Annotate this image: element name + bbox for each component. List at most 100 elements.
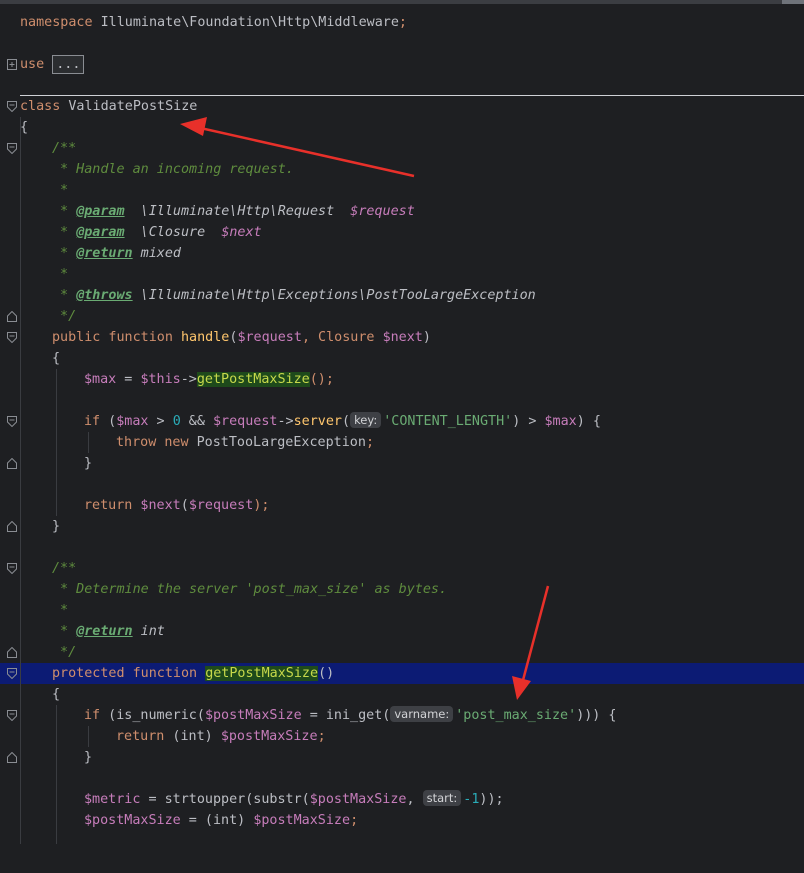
parameter-hint: varname:: [390, 706, 454, 722]
doc-comment: *: [52, 246, 77, 261]
variable: $metric: [84, 792, 141, 807]
fold-end-icon[interactable]: [7, 752, 17, 763]
variable: $request: [188, 498, 254, 513]
code-line[interactable]: * @return int: [0, 621, 804, 642]
code-line[interactable]: *: [0, 264, 804, 285]
fold-collapse-icon[interactable]: [7, 143, 17, 154]
operator: =: [116, 372, 141, 387]
folded-region[interactable]: ...: [52, 55, 85, 74]
code-line[interactable]: $metric = strtoupper(substr($postMaxSize…: [0, 789, 804, 810]
fold-expand-icon[interactable]: [7, 59, 17, 70]
code-line[interactable]: /**: [0, 558, 804, 579]
code-line[interactable]: * Determine the server 'post_max_size' a…: [0, 579, 804, 600]
operator: &&: [180, 414, 213, 429]
code-line[interactable]: return $next($request);: [0, 495, 804, 516]
call-end: ();: [309, 372, 334, 387]
method-call: server: [293, 414, 342, 429]
doc-type: \Closure: [124, 225, 222, 240]
fold-end-icon[interactable]: [7, 311, 17, 322]
code-editor[interactable]: namespace Illuminate\Foundation\Http\Mid…: [0, 0, 804, 844]
indent-guide: [88, 726, 89, 747]
variable: $postMaxSize: [253, 813, 351, 828]
fold-end-icon[interactable]: [7, 458, 17, 469]
brace: }: [84, 456, 93, 471]
code-line[interactable]: $postMaxSize = (int) $postMaxSize;: [0, 810, 804, 831]
keyword: throw: [116, 435, 157, 450]
variable: $postMaxSize: [204, 708, 302, 723]
doc-var: $request: [350, 204, 415, 219]
function-call: (is_numeric(: [100, 708, 205, 723]
doc-comment: */: [52, 645, 77, 660]
code-line[interactable]: * @param \Illuminate\Http\Request $reque…: [0, 201, 804, 222]
code-line[interactable]: }: [0, 516, 804, 537]
code-line[interactable]: {: [0, 117, 804, 138]
code-line[interactable]: $max = $this->getPostMaxSize();: [0, 369, 804, 390]
operator: ->: [277, 414, 294, 429]
doc-var: $next: [221, 225, 262, 240]
fold-collapse-icon[interactable]: [7, 101, 17, 112]
fold-collapse-icon[interactable]: [7, 332, 17, 343]
current-code-line[interactable]: protected function getPostMaxSize(): [0, 663, 804, 684]
code-line[interactable]: */: [0, 642, 804, 663]
operator: >: [148, 414, 173, 429]
code-line[interactable]: {: [0, 684, 804, 705]
code-line[interactable]: use ...: [0, 54, 804, 75]
keyword: function: [124, 666, 206, 681]
variable: $request: [213, 414, 278, 429]
semicolon: ;: [365, 435, 374, 450]
code-line[interactable]: public function handle($request, Closure…: [0, 327, 804, 348]
paren: (: [100, 414, 117, 429]
fold-collapse-icon[interactable]: [7, 416, 17, 427]
brace: {: [52, 687, 61, 702]
code-line[interactable]: return (int) $postMaxSize;: [0, 726, 804, 747]
variable: $postMaxSize: [84, 813, 181, 828]
doc-comment: *: [52, 183, 69, 198]
code-line[interactable]: */: [0, 306, 804, 327]
code-line[interactable]: class ValidatePostSize: [0, 96, 804, 117]
variable: $postMaxSize: [220, 729, 318, 744]
semicolon: ;: [350, 813, 359, 828]
code-line[interactable]: /**: [0, 138, 804, 159]
variable: $max: [84, 372, 117, 387]
method-call: getPostMaxSize: [196, 372, 310, 387]
code-line[interactable]: * @param \Closure $next: [0, 222, 804, 243]
code-line[interactable]: * @return mixed: [0, 243, 804, 264]
doc-tag: @return: [76, 246, 133, 261]
fold-end-icon[interactable]: [7, 647, 17, 658]
doc-type: int: [132, 624, 165, 639]
variable: $request: [237, 330, 302, 345]
cast: (int): [164, 729, 221, 744]
fold-collapse-icon[interactable]: [7, 710, 17, 721]
paren: ))) {: [576, 708, 617, 723]
fold-collapse-icon[interactable]: [7, 668, 17, 679]
code-line[interactable]: *: [0, 600, 804, 621]
parameter-hint: start:: [422, 790, 462, 806]
code-line[interactable]: * @throws \Illuminate\Http\Exceptions\Po…: [0, 285, 804, 306]
keyword: return: [84, 498, 133, 513]
comma: ,: [406, 792, 423, 807]
variable: $postMaxSize: [309, 792, 407, 807]
paren: ): [422, 330, 431, 345]
code-line[interactable]: {: [0, 348, 804, 369]
namespace-name: Illuminate\Foundation\Http\Middleware: [92, 15, 399, 30]
keyword: public: [52, 330, 101, 345]
code-line[interactable]: }: [0, 747, 804, 768]
code-line[interactable]: }: [0, 453, 804, 474]
doc-tag: @param: [76, 204, 125, 219]
code-line[interactable]: throw new PostTooLargeException;: [0, 432, 804, 453]
doc-comment: *: [52, 603, 69, 618]
code-line[interactable]: *: [0, 180, 804, 201]
code-line[interactable]: namespace Illuminate\Foundation\Http\Mid…: [0, 12, 804, 33]
doc-comment: /**: [52, 561, 77, 576]
code-line[interactable]: if ($max > 0 && $request->server(key: 'CO…: [0, 411, 804, 432]
brace: }: [52, 519, 61, 534]
function-call: = strtoupper(substr(: [140, 792, 310, 807]
variable: $max: [116, 414, 149, 429]
fold-end-icon[interactable]: [7, 521, 17, 532]
code-line[interactable]: * Handle an incoming request.: [0, 159, 804, 180]
doc-comment: */: [52, 309, 77, 324]
fold-collapse-icon[interactable]: [7, 563, 17, 574]
variable: $max: [544, 414, 577, 429]
doc-comment: *: [52, 225, 77, 240]
code-line[interactable]: if (is_numeric($postMaxSize = ini_get(va…: [0, 705, 804, 726]
